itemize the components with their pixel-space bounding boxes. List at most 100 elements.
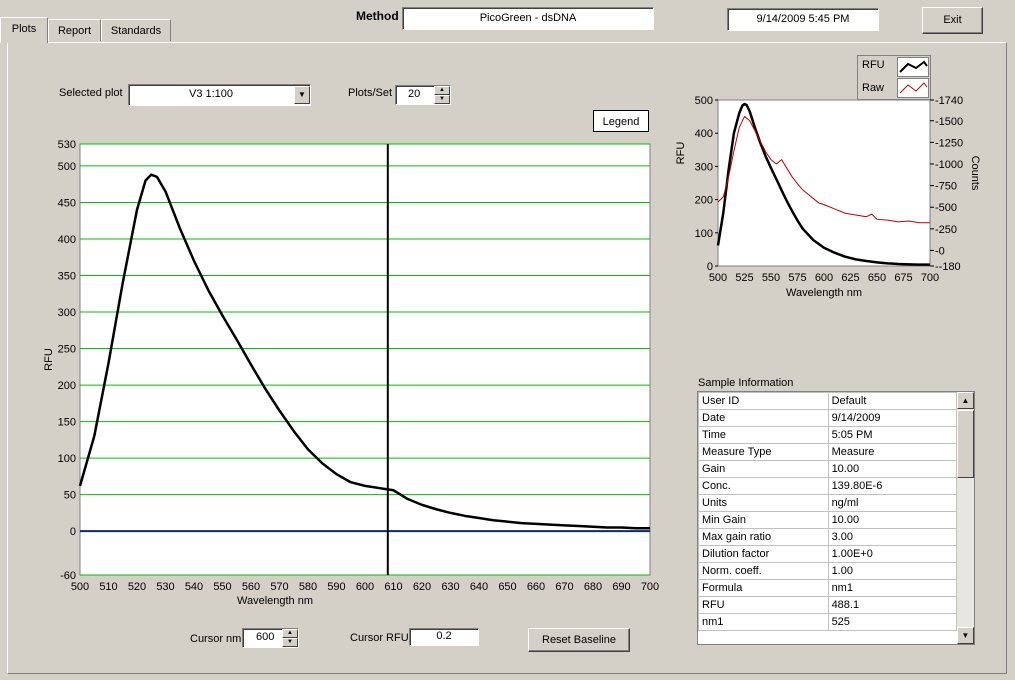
x-tick-label: 680 (584, 581, 602, 593)
y-tick-label: 300 (695, 161, 713, 173)
row-value: Default (827, 392, 958, 410)
x-tick-label: 570 (270, 581, 288, 593)
x-tick-label: 540 (185, 581, 203, 593)
table-row[interactable]: Date 9/14/2009 (698, 409, 958, 427)
x-tick-label: 550 (762, 272, 780, 284)
x-tick-label: 690 (612, 581, 630, 593)
y2-axis-label: Counts (969, 156, 981, 191)
x-tick-label: 500 (709, 272, 727, 284)
small-plot-area (717, 99, 931, 267)
table-row[interactable]: Time 5:05 PM (698, 426, 958, 444)
main-chart[interactable]: -60050100150200250300350400450500530500 5… (0, 130, 670, 615)
chevron-down-icon[interactable]: ▼ (294, 86, 310, 104)
stepper-down-icon[interactable]: ▼ (434, 95, 450, 104)
row-value: 1.00E+0 (827, 545, 958, 563)
stepper-up-icon[interactable]: ▲ (434, 86, 450, 95)
row-key: Min Gain (698, 511, 829, 529)
y-tick-label: 200 (58, 380, 76, 392)
y-tick-label: 350 (58, 270, 76, 282)
selected-plot-dropdown[interactable]: V3 1:100 (128, 84, 311, 106)
table-row[interactable]: Measure Type Measure (698, 443, 958, 461)
y-tick-label: 50 (64, 490, 76, 502)
x-tick-label: 510 (99, 581, 117, 593)
x-axis-label: Wavelength nm (237, 595, 313, 607)
table-row[interactable]: nm1 525 (698, 613, 958, 631)
table-row[interactable]: Dilution factor 1.00E+0 (698, 545, 958, 563)
row-key: Dilution factor (698, 545, 829, 563)
row-key: Gain (698, 460, 829, 478)
reset-baseline-button[interactable]: Reset Baseline (528, 628, 630, 652)
row-value: 9/14/2009 (827, 409, 958, 427)
tab-plots[interactable]: Plots (0, 17, 48, 43)
scroll-up-icon[interactable]: ▲ (957, 392, 974, 409)
x-tick-label: 550 (213, 581, 231, 593)
x-tick-label: 600 (815, 272, 833, 284)
table-row[interactable]: Units ng/ml (698, 494, 958, 512)
x-tick-label: 530 (156, 581, 174, 593)
sample-info-scrollbar[interactable]: ▲ ▼ (957, 392, 974, 644)
y2-tick-label: -0 (935, 245, 945, 257)
x-tick-label: 700 (921, 272, 939, 284)
stepper-down-icon[interactable]: ▼ (282, 638, 298, 647)
cursor-rfu-field: 0.2 (409, 628, 479, 646)
cursor-nm-stepper[interactable]: ▲ ▼ (282, 629, 298, 647)
x-tick-label: 700 (641, 581, 659, 593)
y-tick-label: 400 (695, 128, 713, 140)
x-tick-label: 610 (384, 581, 402, 593)
row-key: Formula (698, 579, 829, 597)
y2-tick-label: -500 (935, 202, 957, 214)
table-row[interactable]: Norm. coeff. 1.00 (698, 562, 958, 580)
y-tick-label: 100 (58, 453, 76, 465)
row-value: 525 (827, 613, 958, 631)
cursor-nm-label: Cursor nm (190, 633, 242, 645)
y2-tick-label: -1740 (935, 95, 963, 107)
plots-per-set-label: Plots/Set (348, 87, 393, 99)
legend-line-rfu-icon (899, 60, 928, 73)
y-axis-label: RFU (43, 348, 55, 371)
table-row[interactable]: Gain 10.00 (698, 460, 958, 478)
x-tick-label: 575 (788, 272, 806, 284)
row-value: 1.00 (827, 562, 958, 580)
row-value: 10.00 (827, 511, 958, 529)
table-row[interactable]: RFU 488.1 (698, 596, 958, 614)
exit-button[interactable]: Exit (922, 7, 983, 34)
y2-tick-label: -1250 (935, 137, 963, 149)
y-tick-label: 200 (695, 195, 713, 207)
y-axis-label: RFU (675, 142, 687, 165)
table-row[interactable]: Formula nm1 (698, 579, 958, 597)
row-key: Time (698, 426, 829, 444)
table-row[interactable]: Conc. 139.80E-6 (698, 477, 958, 495)
y-tick-label: 0 (70, 526, 76, 538)
legend-button[interactable]: Legend (593, 110, 649, 132)
row-value: nm1 (827, 579, 958, 597)
small-chart[interactable]: 0100200300400500--180-0-250-500-750-1000… (670, 88, 990, 308)
tab-report[interactable]: Report (48, 19, 101, 41)
row-value: ng/ml (827, 494, 958, 512)
x-axis-label: Wavelength nm (786, 287, 862, 299)
table-row[interactable]: Min Gain 10.00 (698, 511, 958, 529)
scroll-down-icon[interactable]: ▼ (957, 627, 974, 644)
x-tick-label: 560 (242, 581, 260, 593)
y2-tick-label: -1000 (935, 159, 963, 171)
plots-per-set-stepper[interactable]: ▲ ▼ (434, 86, 450, 104)
cursor-nm-value: 600 (256, 631, 275, 643)
sample-info-table[interactable]: User ID Default Date 9/14/2009 Time 5:05 PM Me… (697, 391, 975, 645)
row-key: Norm. coeff. (698, 562, 829, 580)
scroll-thumb[interactable] (957, 410, 974, 478)
datetime-field: 9/14/2009 5:45 PM (727, 8, 879, 31)
main-plot-area (79, 143, 651, 576)
row-value: Measure (827, 443, 958, 461)
table-row[interactable]: Max gain ratio 3.00 (698, 528, 958, 546)
x-tick-label: 620 (413, 581, 431, 593)
y-tick-label: 400 (58, 234, 76, 246)
x-tick-label: 600 (356, 581, 374, 593)
y-tick-label: 250 (58, 344, 76, 356)
selected-plot-value: V3 1:100 (189, 88, 234, 100)
table-row[interactable]: User ID Default (698, 392, 958, 410)
sample-info-title: Sample Information (698, 377, 794, 389)
stepper-up-icon[interactable]: ▲ (282, 629, 298, 638)
row-value: 488.1 (827, 596, 958, 614)
row-key: RFU (698, 596, 829, 614)
tab-standards[interactable]: Standards (101, 19, 171, 41)
x-tick-label: 640 (470, 581, 488, 593)
